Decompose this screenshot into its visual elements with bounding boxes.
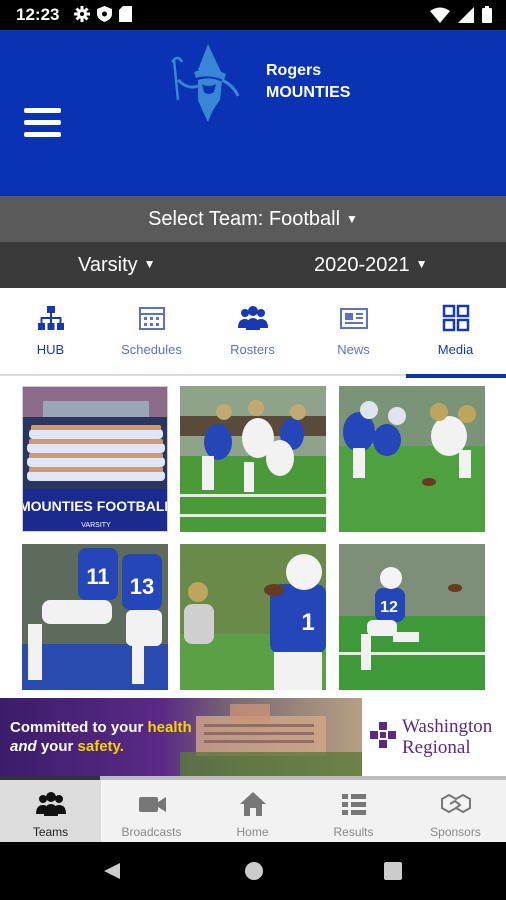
season-dropdown[interactable]: 2020-2021 ▼ [314,254,428,277]
media-thumbnail[interactable]: 11 13 [22,544,168,690]
football-photo: 12 [339,544,485,690]
jersey-number: 12 [380,599,398,616]
sd-card-icon [119,6,132,22]
video-camera-icon [139,797,166,812]
nav-label: Results [333,825,374,839]
mountie-logo [171,44,240,122]
nav-home[interactable]: Home [202,780,303,842]
football-photo: 11 13 [22,544,168,690]
nav-results[interactable]: Results [303,780,404,842]
home-icon [240,792,266,816]
team-name-line2: MOUNTIES [266,84,351,101]
nav-label: Teams [32,825,69,839]
sponsor-name-line2: Regional [402,737,471,758]
nav-sponsors[interactable]: Sponsors [405,780,506,842]
ad-text-2: your [36,738,78,755]
season-label: 2020-2021 [314,254,410,276]
bottom-navigation: Teams Broadcasts Home Results Sponsors [0,780,506,842]
media-grid: MOUNTIES FOOTBALL VARSITY 11 13 1 12 [0,380,506,696]
team-photo-subbanner: VARSITY [81,522,111,529]
recents-icon[interactable] [384,862,402,880]
tab-label: Media [437,342,474,357]
status-right-icons [430,6,492,23]
nav-teams[interactable]: Teams [0,780,101,842]
tab-label: News [337,342,370,357]
list-icon [342,794,366,815]
football-photo [339,386,485,532]
nav-label: Home [236,825,269,839]
hierarchy-icon [38,306,64,330]
team-name: Rogers MOUNTIES [266,60,350,104]
svg-text:1: 1 [301,609,314,636]
filter-bar: Varsity ▼ 2020-2021 ▼ [0,242,506,288]
media-thumbnail[interactable] [339,386,485,532]
tab-news[interactable]: News [303,288,404,376]
gear-icon [74,6,90,22]
tab-rosters[interactable]: Rosters [202,288,303,376]
media-thumbnail[interactable]: 1 [180,544,326,690]
ad-image: Committed to your health and your safety… [0,698,362,776]
people-icon [238,306,268,330]
sponsor-name: Washington Regional [402,716,492,758]
cross-icon [370,722,396,748]
home-circle-icon[interactable] [244,861,264,881]
back-icon[interactable] [102,861,122,881]
media-thumbnail[interactable] [180,386,326,532]
section-tabs: HUB Schedules Rosters News Media [0,288,506,376]
select-team-label: Select Team: Football [148,207,341,230]
ad-headline: Committed to your health and your safety… [10,718,192,756]
nav-label: Sponsors [430,825,481,839]
level-dropdown[interactable]: Varsity ▼ [78,254,156,277]
media-thumbnail[interactable]: 12 [339,544,485,690]
tab-hub[interactable]: HUB [0,288,101,376]
tab-label: HUB [36,342,65,357]
chevron-down-icon: ▼ [143,257,156,271]
sponsor-name-line1: Washington [402,716,493,737]
nav-broadcasts[interactable]: Broadcasts [101,780,202,842]
newspaper-icon [340,308,368,329]
status-left-icons [74,6,132,22]
system-navigation-bar [0,842,506,900]
level-label: Varsity [78,254,138,276]
sponsor-ad-banner[interactable]: Committed to your health and your safety… [0,698,506,778]
ad-text-1: Committed to your [10,719,148,736]
menu-icon[interactable] [24,108,61,138]
chevron-down-icon: ▼ [346,212,358,226]
calendar-icon [139,307,165,330]
status-bar: 12:23 [0,0,506,30]
jersey-number: 11 [86,564,109,589]
tab-label: Rosters [230,342,275,357]
football-photo: 1 [180,544,326,690]
chevron-down-icon: ▼ [415,257,428,271]
tab-schedules[interactable]: Schedules [101,288,202,376]
media-thumbnail[interactable]: MOUNTIES FOOTBALL VARSITY [22,386,168,532]
people-icon [36,792,66,816]
ad-text-and: and [10,738,37,755]
football-photo [180,386,326,532]
handshake-icon [441,793,471,814]
status-time: 12:23 [16,5,60,24]
battery-icon [482,6,492,23]
grid-icon [442,304,470,332]
nav-label: Broadcasts [121,825,182,839]
signal-icon [458,6,474,23]
ad-highlight-safety: safety. [77,738,124,755]
team-photo: MOUNTIES FOOTBALL VARSITY [23,387,168,531]
team-photo-banner: MOUNTIES FOOTBALL [23,498,168,514]
jersey-number: 13 [130,574,154,599]
ad-highlight-health: health [147,719,192,736]
sponsor-logo: Washington Regional [362,698,506,776]
shield-icon [97,6,112,22]
team-name-line1: Rogers [266,62,322,79]
app-header: Rogers MOUNTIES [0,30,506,196]
active-tab-indicator [406,374,506,378]
select-team-dropdown[interactable]: Select Team: Football ▼ [0,196,506,242]
tab-media[interactable]: Media [405,288,506,376]
tab-label: Schedules [121,342,182,357]
wifi-icon [430,7,450,23]
